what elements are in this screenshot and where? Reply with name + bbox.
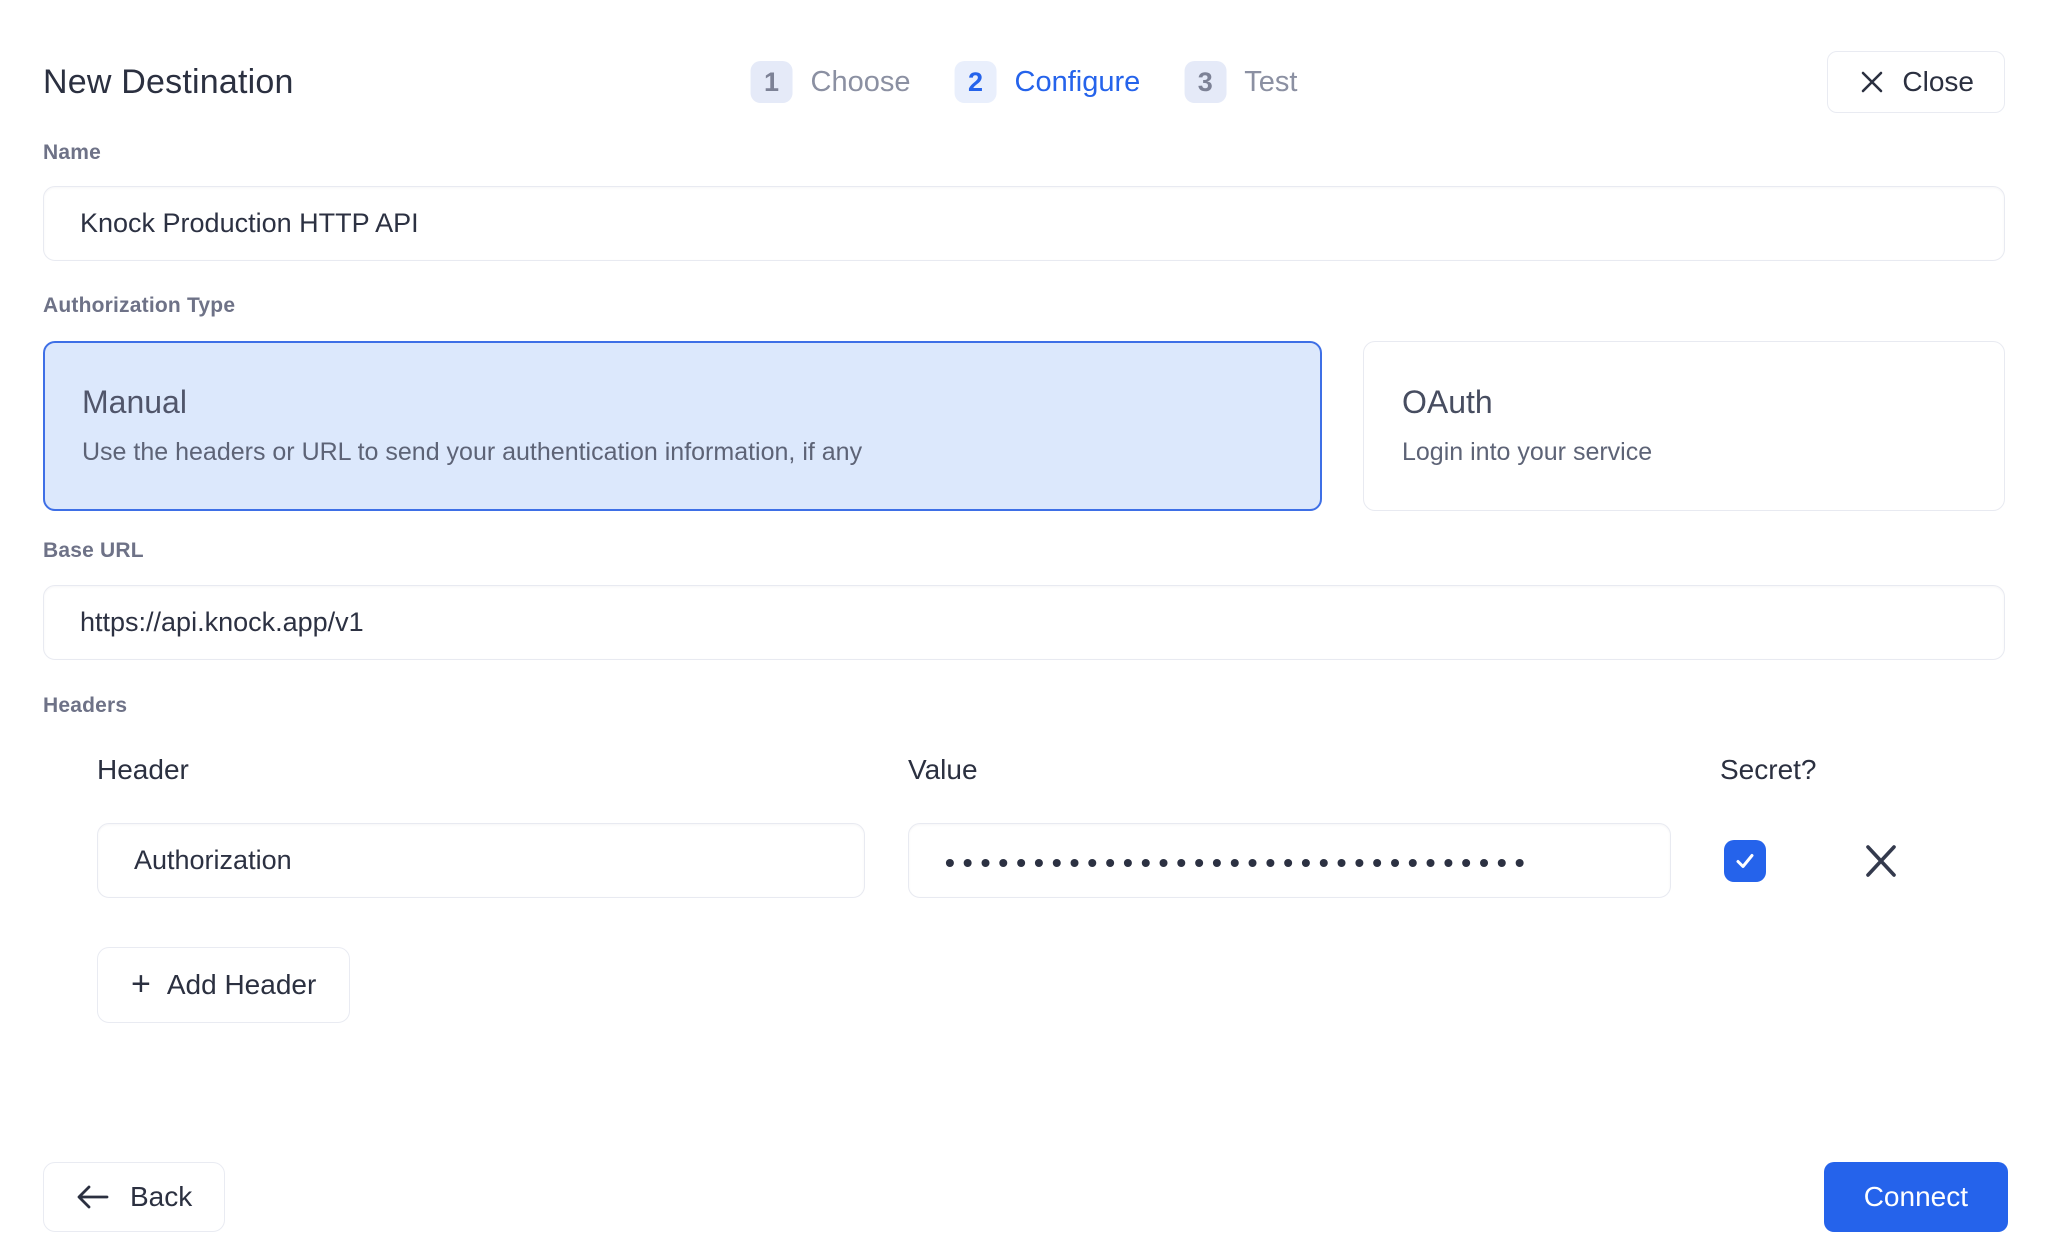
delete-header-button[interactable] <box>1862 839 1910 883</box>
auth-option-oauth-title: OAuth <box>1402 384 1966 421</box>
auth-option-manual[interactable]: Manual Use the headers or URL to send yo… <box>43 341 1322 511</box>
new-destination-dialog: New Destination 1 Choose 2 Configure 3 T… <box>0 50 2048 1023</box>
name-input[interactable] <box>43 186 2005 261</box>
column-header-header: Header <box>97 754 865 786</box>
step-configure[interactable]: 2 Configure <box>955 61 1141 103</box>
close-button[interactable]: Close <box>1827 51 2005 113</box>
delete-header-icon <box>1862 839 1900 883</box>
step-choose-label: Choose <box>811 66 911 99</box>
base-url-label: Base URL <box>43 539 2005 563</box>
headers-column-row: Header Value Secret? <box>97 754 2005 786</box>
back-button-label: Back <box>130 1181 192 1213</box>
header-row <box>97 823 2005 898</box>
secret-cell <box>1714 840 1819 882</box>
authorization-type-options: Manual Use the headers or URL to send yo… <box>43 341 2005 511</box>
add-header-button-label: Add Header <box>167 969 316 1001</box>
auth-option-oauth[interactable]: OAuth Login into your service <box>1363 341 2005 511</box>
column-header-value: Value <box>908 754 1671 786</box>
close-button-label: Close <box>1902 66 1974 98</box>
back-arrow-icon <box>76 1184 110 1210</box>
step-test-label: Test <box>1244 66 1297 99</box>
auth-option-oauth-description: Login into your service <box>1402 438 1966 467</box>
base-url-input[interactable] <box>43 585 2005 660</box>
authorization-type-label: Authorization Type <box>43 294 2005 318</box>
step-configure-number: 2 <box>955 61 997 103</box>
step-choose[interactable]: 1 Choose <box>751 61 911 103</box>
secret-checkbox[interactable] <box>1724 840 1766 882</box>
add-header-button[interactable]: + Add Header <box>97 947 350 1023</box>
stepper: 1 Choose 2 Configure 3 Test <box>751 61 1298 103</box>
connect-button-label: Connect <box>1864 1181 1968 1212</box>
page-title: New Destination <box>43 63 294 102</box>
step-test[interactable]: 3 Test <box>1184 61 1297 103</box>
step-choose-number: 1 <box>751 61 793 103</box>
auth-option-manual-title: Manual <box>82 384 1283 421</box>
column-header-secret: Secret? <box>1714 754 1819 786</box>
step-configure-label: Configure <box>1015 66 1141 99</box>
dialog-footer: Back Connect <box>43 1162 2008 1232</box>
headers-table: Header Value Secret? + <box>97 754 2005 1023</box>
header-name-input[interactable] <box>97 823 865 898</box>
dialog-header: New Destination 1 Choose 2 Configure 3 T… <box>43 50 2005 114</box>
connect-button[interactable]: Connect <box>1824 1162 2008 1232</box>
header-value-input[interactable] <box>908 823 1671 898</box>
close-icon <box>1858 68 1886 96</box>
back-button[interactable]: Back <box>43 1162 225 1232</box>
name-label: Name <box>43 141 2005 165</box>
plus-icon: + <box>131 967 151 1001</box>
check-icon <box>1732 848 1758 874</box>
step-test-number: 3 <box>1184 61 1226 103</box>
headers-label: Headers <box>43 694 2005 718</box>
auth-option-manual-description: Use the headers or URL to send your auth… <box>82 438 1283 467</box>
